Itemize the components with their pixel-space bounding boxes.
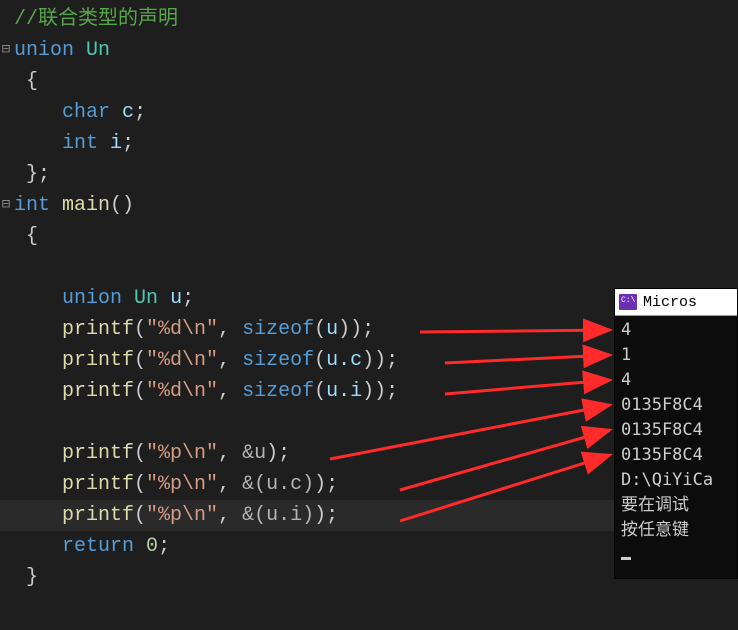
type-keyword: char [62, 101, 110, 124]
string-literal: "%p\n" [146, 442, 218, 465]
string-literal: "%p\n" [146, 504, 218, 527]
console-line: 0135F8C4 [621, 393, 731, 418]
brace: { [26, 225, 38, 248]
type-name: Un [86, 39, 110, 62]
sizeof-keyword: sizeof [242, 349, 314, 372]
func-call: printf [62, 349, 134, 372]
console-icon [619, 294, 637, 310]
string-literal: "%d\n" [146, 318, 218, 341]
sizeof-keyword: sizeof [242, 380, 314, 403]
var-name: i [110, 132, 122, 155]
func-name: main [62, 194, 110, 217]
keyword-union: union [62, 287, 122, 310]
console-line: 0135F8C4 [621, 443, 731, 468]
string-literal: "%d\n" [146, 349, 218, 372]
string-literal: "%p\n" [146, 473, 218, 496]
code-line: { [0, 66, 738, 97]
func-call: printf [62, 380, 134, 403]
type-keyword: int [62, 132, 98, 155]
keyword-union: union [14, 39, 74, 62]
brace: { [26, 70, 38, 93]
func-call: printf [62, 318, 134, 341]
console-line: 4 [621, 368, 731, 393]
comment: //联合类型的声明 [14, 8, 178, 31]
var-name: c [122, 101, 134, 124]
code-line: int main() [0, 190, 738, 221]
fold-icon[interactable] [0, 190, 12, 221]
brace: }; [26, 163, 50, 186]
console-window[interactable]: Micros 4 1 4 0135F8C4 0135F8C4 0135F8C4 … [614, 288, 738, 579]
fold-icon[interactable] [0, 35, 12, 66]
code-line: //联合类型的声明 [0, 4, 738, 35]
console-cursor [621, 557, 631, 560]
console-line: 按任意键 [621, 518, 731, 543]
code-line: { [0, 221, 738, 252]
console-output[interactable]: 4 1 4 0135F8C4 0135F8C4 0135F8C4 D:\QiYi… [615, 316, 737, 578]
console-line: 4 [621, 318, 731, 343]
console-line: 要在调试 [621, 493, 731, 518]
blank-line [0, 252, 738, 283]
brace: } [26, 566, 38, 589]
code-line: int i; [0, 128, 738, 159]
console-line: D:\QiYiCa [621, 468, 731, 493]
func-call: printf [62, 504, 134, 527]
sizeof-keyword: sizeof [242, 318, 314, 341]
type-keyword: int [14, 194, 50, 217]
console-title: Micros [643, 294, 697, 311]
keyword-return: return [62, 535, 134, 558]
func-call: printf [62, 442, 134, 465]
code-line: }; [0, 159, 738, 190]
number-literal: 0 [146, 535, 158, 558]
type-name: Un [134, 287, 158, 310]
console-line: 0135F8C4 [621, 418, 731, 443]
console-titlebar[interactable]: Micros [615, 289, 737, 316]
code-line: char c; [0, 97, 738, 128]
console-line: 1 [621, 343, 731, 368]
func-call: printf [62, 473, 134, 496]
code-line: union Un [0, 35, 738, 66]
string-literal: "%d\n" [146, 380, 218, 403]
var-name: u [170, 287, 182, 310]
